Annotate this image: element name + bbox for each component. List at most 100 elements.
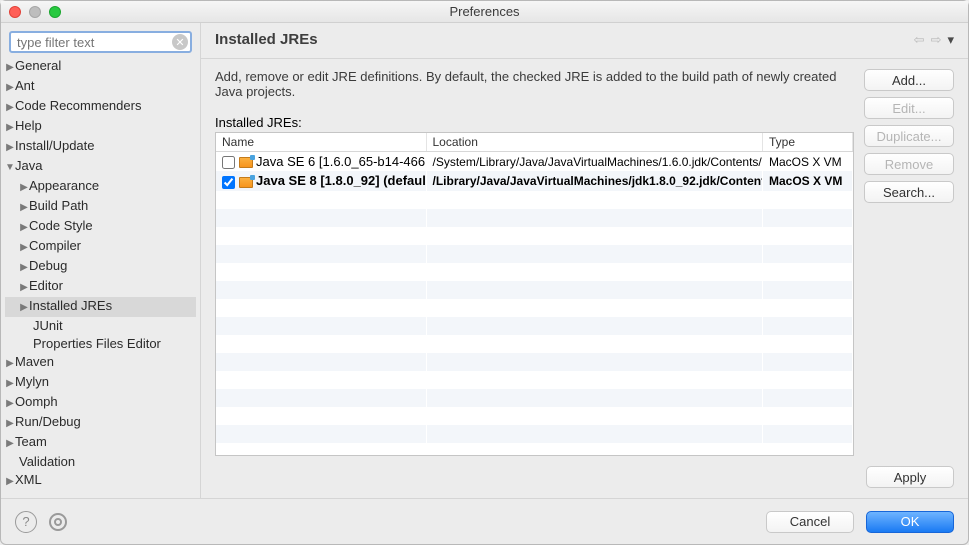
- cancel-button[interactable]: Cancel: [766, 511, 854, 533]
- tree-item-debug[interactable]: ▶Debug: [5, 257, 196, 277]
- expand-icon[interactable]: ▶: [19, 279, 29, 297]
- table-row-empty: [216, 299, 853, 317]
- edit-button[interactable]: Edit...: [864, 97, 954, 119]
- table-row-empty: [216, 389, 853, 407]
- tree-item-codestyle[interactable]: ▶Code Style: [5, 217, 196, 237]
- col-location[interactable]: Location: [426, 133, 763, 152]
- add-button[interactable]: Add...: [864, 69, 954, 91]
- table-label: Installed JREs:: [215, 115, 854, 130]
- table-row[interactable]: Java SE 8 [1.8.0_92] (default)/Library/J…: [216, 171, 853, 190]
- expand-icon[interactable]: ▶: [5, 59, 15, 77]
- help-icon[interactable]: ?: [15, 511, 37, 533]
- table-row-empty: [216, 281, 853, 299]
- tree-item-xml[interactable]: ▶XML: [5, 471, 196, 491]
- table-row-empty: [216, 425, 853, 443]
- table-row-empty: [216, 317, 853, 335]
- jre-table[interactable]: Name Location Type Java SE 6 [1.6.0_65-b…: [215, 132, 854, 456]
- expand-icon[interactable]: ▶: [5, 435, 15, 453]
- table-row-empty: [216, 353, 853, 371]
- dialog-footer: ? Cancel OK: [1, 498, 968, 544]
- tree-item-editor[interactable]: ▶Editor: [5, 277, 196, 297]
- tree-item-team[interactable]: ▶Team: [5, 433, 196, 453]
- preferences-page: Installed JREs ⇦ ⇨ ▾ Add, remove or edit…: [201, 23, 968, 498]
- tree-item-ant[interactable]: ▶Ant: [5, 77, 196, 97]
- page-description: Add, remove or edit JRE definitions. By …: [215, 69, 854, 99]
- tree-item-appearance[interactable]: ▶Appearance: [5, 177, 196, 197]
- tree-item-help[interactable]: ▶Help: [5, 117, 196, 137]
- zoom-window-button[interactable]: [49, 6, 61, 18]
- tree-item-junit[interactable]: JUnit: [5, 317, 196, 335]
- window-title: Preferences: [1, 4, 968, 19]
- table-row-empty: [216, 371, 853, 389]
- expand-icon[interactable]: ▶: [5, 415, 15, 433]
- filter-input[interactable]: [9, 31, 192, 53]
- col-type[interactable]: Type: [763, 133, 853, 152]
- nav-back-icon[interactable]: ⇦: [914, 32, 925, 48]
- expand-icon[interactable]: ▶: [5, 375, 15, 393]
- tree-item-coderecommenders[interactable]: ▶Code Recommenders: [5, 97, 196, 117]
- table-row-empty: [216, 335, 853, 353]
- expand-icon[interactable]: ▶: [5, 395, 15, 413]
- close-window-button[interactable]: [9, 6, 21, 18]
- titlebar: Preferences: [1, 1, 968, 23]
- expand-icon[interactable]: ▶: [19, 259, 29, 277]
- progress-icon[interactable]: [49, 513, 67, 531]
- tree-item-validation[interactable]: Validation: [5, 453, 196, 471]
- expand-icon[interactable]: ▶: [19, 219, 29, 237]
- tree-item-general[interactable]: ▶General: [5, 57, 196, 77]
- nav-forward-icon[interactable]: ⇨: [931, 32, 942, 48]
- tree-item-rundebug[interactable]: ▶Run/Debug: [5, 413, 196, 433]
- jre-icon: [239, 177, 253, 188]
- expand-icon[interactable]: ▶: [5, 473, 15, 491]
- tree-item-java[interactable]: ▼Java: [5, 157, 196, 177]
- apply-button[interactable]: Apply: [866, 466, 954, 488]
- expand-icon[interactable]: ▶: [19, 299, 29, 317]
- table-row[interactable]: Java SE 6 [1.6.0_65-b14-466.1]/System/Li…: [216, 152, 853, 172]
- jre-checkbox[interactable]: [222, 156, 235, 169]
- table-row-empty: [216, 263, 853, 281]
- table-row-empty: [216, 407, 853, 425]
- tree-item-installupdate[interactable]: ▶Install/Update: [5, 137, 196, 157]
- remove-button[interactable]: Remove: [864, 153, 954, 175]
- menu-dropdown-icon[interactable]: ▾: [947, 32, 954, 48]
- preferences-tree: ▶General ▶Ant ▶Code Recommenders ▶Help ▶…: [5, 57, 196, 491]
- jre-location: /Library/Java/JavaVirtualMachines/jdk1.8…: [426, 171, 763, 190]
- tree-item-installedjres[interactable]: ▶Installed JREs: [5, 297, 196, 317]
- jre-name: Java SE 8 [1.8.0_92] (default): [256, 173, 426, 188]
- clear-filter-icon[interactable]: ✕: [172, 34, 188, 50]
- ok-button[interactable]: OK: [866, 511, 954, 533]
- minimize-window-button[interactable]: [29, 6, 41, 18]
- page-title: Installed JREs: [215, 31, 318, 48]
- tree-item-oomph[interactable]: ▶Oomph: [5, 393, 196, 413]
- tree-item-mylyn[interactable]: ▶Mylyn: [5, 373, 196, 393]
- table-row-empty: [216, 245, 853, 263]
- table-row-empty: [216, 209, 853, 227]
- jre-icon: [239, 157, 253, 168]
- collapse-icon[interactable]: ▼: [5, 159, 15, 177]
- search-button[interactable]: Search...: [864, 181, 954, 203]
- jre-type: MacOS X VM: [763, 152, 853, 172]
- jre-type: MacOS X VM: [763, 171, 853, 190]
- tree-item-propfiles[interactable]: Properties Files Editor: [5, 335, 196, 353]
- preferences-sidebar: ✕ ▶General ▶Ant ▶Code Recommenders ▶Help…: [1, 23, 201, 498]
- col-name[interactable]: Name: [216, 133, 426, 152]
- tree-item-maven[interactable]: ▶Maven: [5, 353, 196, 373]
- tree-item-buildpath[interactable]: ▶Build Path: [5, 197, 196, 217]
- expand-icon[interactable]: ▶: [5, 139, 15, 157]
- table-header-row: Name Location Type: [216, 133, 853, 152]
- expand-icon[interactable]: ▶: [5, 79, 15, 97]
- jre-name: Java SE 6 [1.6.0_65-b14-466.1]: [256, 154, 426, 169]
- tree-item-compiler[interactable]: ▶Compiler: [5, 237, 196, 257]
- expand-icon[interactable]: ▶: [5, 355, 15, 373]
- jre-checkbox[interactable]: [222, 176, 235, 189]
- jre-location: /System/Library/Java/JavaVirtualMachines…: [426, 152, 763, 172]
- traffic-lights: [9, 6, 61, 18]
- duplicate-button[interactable]: Duplicate...: [864, 125, 954, 147]
- expand-icon[interactable]: ▶: [5, 119, 15, 137]
- table-row-empty: [216, 443, 853, 456]
- expand-icon[interactable]: ▶: [5, 99, 15, 117]
- expand-icon[interactable]: ▶: [19, 199, 29, 217]
- table-row-empty: [216, 191, 853, 209]
- expand-icon[interactable]: ▶: [19, 239, 29, 257]
- expand-icon[interactable]: ▶: [19, 179, 29, 197]
